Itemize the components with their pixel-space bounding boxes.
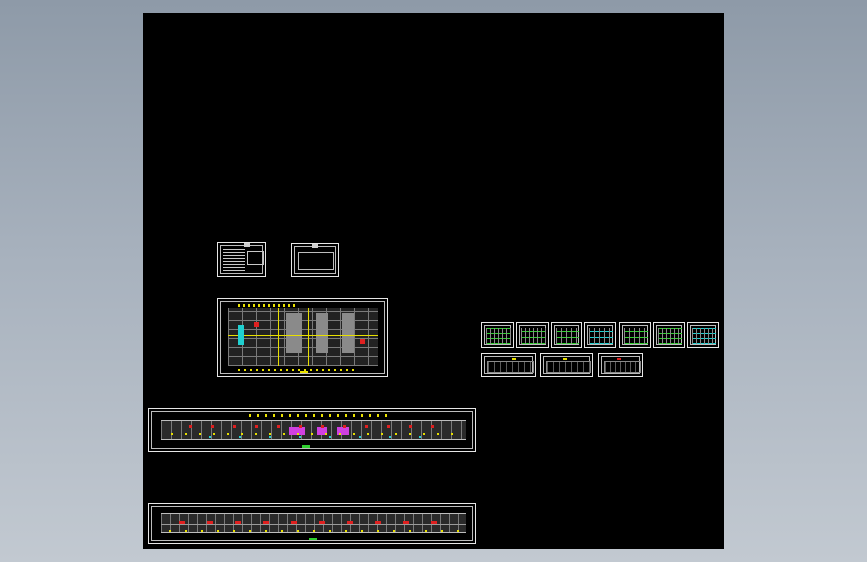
detail-content xyxy=(556,328,579,344)
notes-text-block xyxy=(223,249,245,271)
detail-sheet-4[interactable] xyxy=(584,322,616,348)
title-sheet[interactable] xyxy=(291,243,339,277)
detail-sheet-7[interactable] xyxy=(687,322,719,348)
section-sheet-3[interactable] xyxy=(598,353,643,377)
plan-block-a xyxy=(286,313,302,353)
detail-content xyxy=(658,328,682,344)
detail-content xyxy=(589,328,613,344)
title-block-stamp xyxy=(244,243,250,247)
detail-sheet-5[interactable] xyxy=(619,322,651,348)
plan-axis-yellow xyxy=(228,335,378,336)
section-marker xyxy=(617,358,621,360)
plan-axis-yellow-v2 xyxy=(308,308,309,366)
plan-body xyxy=(228,308,378,366)
plan-block-c xyxy=(342,313,354,353)
drawing-canvas[interactable] xyxy=(143,13,724,549)
section-content xyxy=(487,361,534,373)
elevation-cyan-tags xyxy=(209,436,449,438)
elevation-top-line xyxy=(161,420,466,421)
detail-content xyxy=(624,328,648,344)
long-elevation-sheet-1[interactable] xyxy=(148,408,476,452)
elevation-bottom-line xyxy=(161,439,466,440)
plan-top-dims xyxy=(238,304,298,307)
title-block-stamp xyxy=(312,244,318,248)
elevation-yellow-tags xyxy=(169,530,459,532)
detail-content xyxy=(521,328,546,344)
detail-sheet-6[interactable] xyxy=(653,322,685,348)
title-text-block xyxy=(298,252,334,270)
elevation-title-mark xyxy=(309,538,317,540)
detail-sheet-1[interactable] xyxy=(481,322,514,348)
section-sheet-1[interactable] xyxy=(481,353,536,377)
elevation-top-line xyxy=(161,513,466,514)
section-sheet-2[interactable] xyxy=(540,353,593,377)
plan-bottom-dims xyxy=(238,369,358,371)
long-elevation-sheet-2[interactable] xyxy=(148,503,476,544)
floor-plan-sheet[interactable] xyxy=(217,298,388,377)
detail-content xyxy=(486,328,511,344)
elevation-red-tags xyxy=(179,521,459,524)
section-marker xyxy=(563,358,567,360)
plan-marker-cyan xyxy=(238,325,244,345)
section-content xyxy=(604,361,641,373)
notes-detail-block xyxy=(247,251,264,265)
elevation-bottom-line xyxy=(161,532,466,533)
section-content xyxy=(546,361,591,373)
detail-sheet-3[interactable] xyxy=(551,322,582,348)
elevation-title-mark xyxy=(302,445,310,448)
elevation-red-tags xyxy=(189,425,449,428)
detail-content xyxy=(692,328,716,344)
plan-marker-red-1 xyxy=(254,322,259,327)
cover-notes-sheet[interactable] xyxy=(217,242,266,277)
plan-axis-yellow-v1 xyxy=(278,308,279,366)
elevation-yellow-tags xyxy=(171,433,461,435)
elevation-top-dims xyxy=(249,414,389,417)
plan-block-b xyxy=(316,313,328,353)
detail-sheet-2[interactable] xyxy=(516,322,549,348)
elevation-mid-line xyxy=(161,524,466,525)
plan-marker-red-2 xyxy=(360,339,365,344)
section-marker xyxy=(512,358,516,360)
plan-title-mark xyxy=(300,371,308,373)
